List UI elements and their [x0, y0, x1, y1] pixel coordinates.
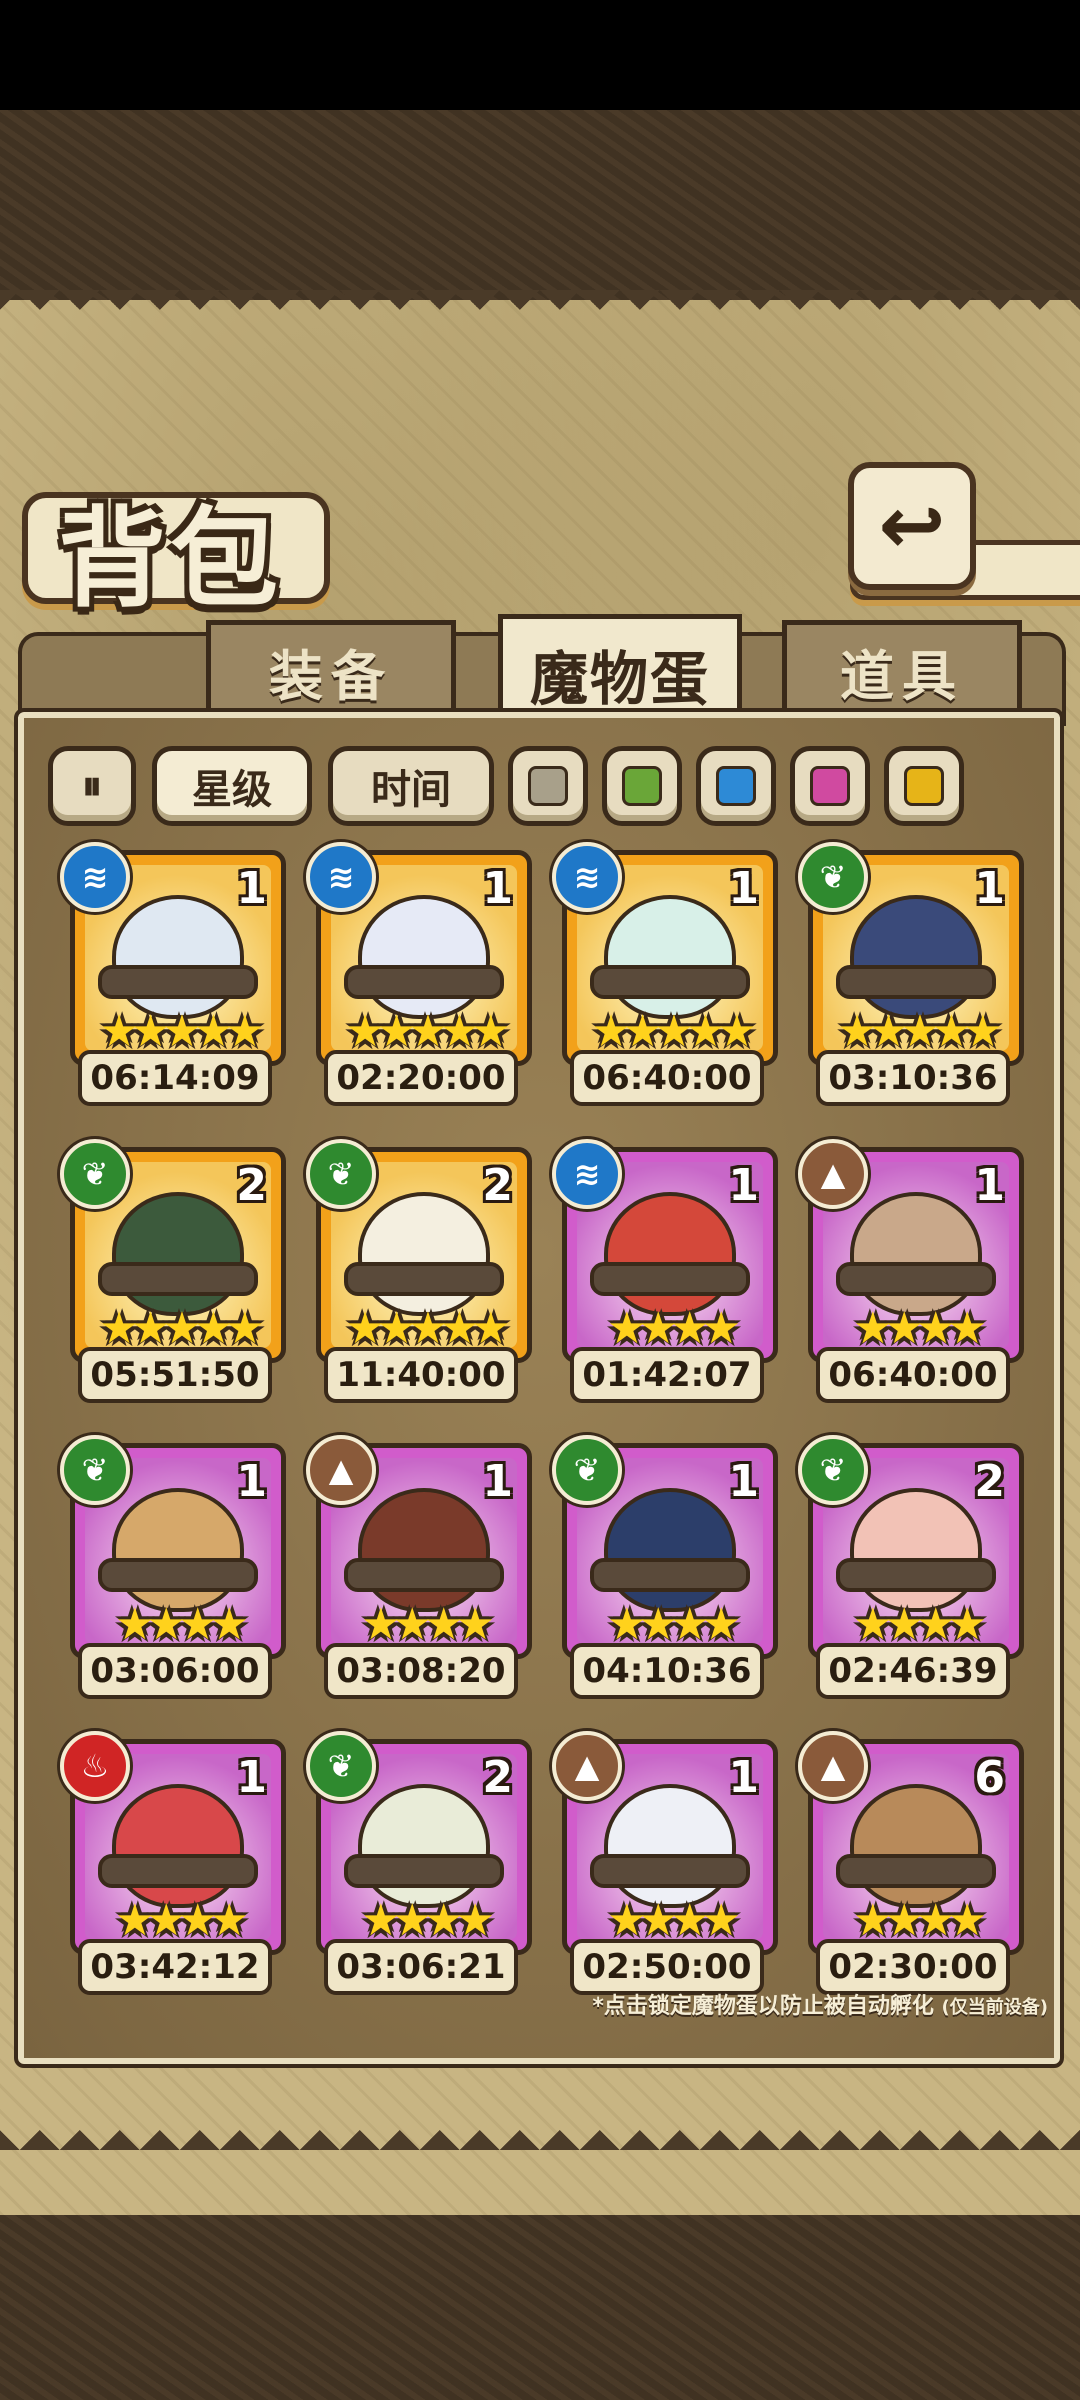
water-element-icon: ≋ [552, 1139, 622, 1209]
egg-count: 1 [974, 1160, 1005, 1211]
back-button[interactable]: ↩ [848, 462, 976, 590]
earth-element-icon: ▲ [798, 1731, 868, 1801]
lock-hint-text: *点击锁定魔物蛋以防止被自动孵化 [592, 1994, 934, 2019]
monster-egg-image [344, 1488, 504, 1612]
lock-hint: *点击锁定魔物蛋以防止被自动孵化 (仅当前设备) [592, 1988, 1048, 2020]
egg-count: 1 [728, 1160, 759, 1211]
monster-egg-image [590, 895, 750, 1019]
nature-element-icon: ❦ [306, 1731, 376, 1801]
background-bottom [0, 2215, 1080, 2400]
nature-element-icon: ❦ [798, 1435, 868, 1505]
egg-count: 2 [974, 1456, 1005, 1507]
gray-swatch [528, 766, 568, 806]
hatch-timer: 06:14:09 [78, 1050, 272, 1106]
tab-items-label: 道具 [840, 644, 964, 708]
egg-count: 1 [482, 863, 513, 914]
hatch-timer: 03:42:12 [78, 1939, 272, 1995]
monster-egg-image [344, 1192, 504, 1316]
nature-element-icon: ❦ [798, 842, 868, 912]
egg-count: 1 [482, 1456, 513, 1507]
egg-count: 1 [236, 1752, 267, 1803]
hatch-timer: 06:40:00 [816, 1347, 1010, 1403]
monster-egg-image [836, 1192, 996, 1316]
fire-element-icon: ♨ [60, 1731, 130, 1801]
monster-egg-image [836, 1784, 996, 1908]
purple-swatch [810, 766, 850, 806]
nature-element-icon: ❦ [60, 1139, 130, 1209]
sort-by-time-label: 时间 [371, 767, 451, 813]
monster-egg-image [590, 1784, 750, 1908]
torn-edge-bottom [0, 2110, 1080, 2150]
earth-element-icon: ▲ [552, 1731, 622, 1801]
egg-count: 2 [482, 1160, 513, 1211]
hatch-timer: 03:06:00 [78, 1643, 272, 1699]
hatch-timer: 03:08:20 [324, 1643, 518, 1699]
monster-egg-image [98, 895, 258, 1019]
egg-count: 1 [236, 863, 267, 914]
hatch-timer: 11:40:00 [324, 1347, 518, 1403]
egg-count: 1 [974, 863, 1005, 914]
egg-count: 1 [236, 1456, 267, 1507]
tab-items[interactable]: 道具 [782, 620, 1022, 717]
blue-swatch [716, 766, 756, 806]
earth-element-icon: ▲ [306, 1435, 376, 1505]
hatch-timer: 02:30:00 [816, 1939, 1010, 1995]
lock-hint-aside: (仅当前设备) [941, 1997, 1048, 2018]
page-title: 背包 [58, 497, 283, 622]
earth-element-icon: ▲ [798, 1139, 868, 1209]
nature-element-icon: ❦ [60, 1435, 130, 1505]
monster-egg-image [98, 1784, 258, 1908]
egg-count: 1 [728, 1752, 759, 1803]
filter-orange-button[interactable] [884, 746, 964, 826]
monster-egg-image [836, 1488, 996, 1612]
water-element-icon: ≋ [60, 842, 130, 912]
water-element-icon: ≋ [306, 842, 376, 912]
hatch-timer: 04:10:36 [570, 1643, 764, 1699]
nature-element-icon: ❦ [552, 1435, 622, 1505]
layout-toggle-button[interactable]: ⏸ [48, 746, 136, 826]
tab-monster-eggs-label: 魔物蛋 [529, 645, 710, 713]
filter-blue-button[interactable] [696, 746, 776, 826]
filter-gray-button[interactable] [508, 746, 588, 826]
hatch-timer: 02:50:00 [570, 1939, 764, 1995]
hatch-timer: 05:51:50 [78, 1347, 272, 1403]
water-element-icon: ≋ [552, 842, 622, 912]
hatch-timer: 01:42:07 [570, 1347, 764, 1403]
nature-element-icon: ❦ [306, 1139, 376, 1209]
tab-equipment[interactable]: 装备 [206, 620, 456, 717]
egg-count: 1 [728, 863, 759, 914]
sort-by-star-label: 星级 [192, 767, 272, 813]
back-arrow-icon: ↩ [878, 479, 946, 572]
torn-edge-top [0, 290, 1080, 330]
hatch-timer: 02:46:39 [816, 1643, 1010, 1699]
tab-equipment-label: 装备 [269, 644, 393, 708]
monster-egg-image [98, 1488, 258, 1612]
filter-purple-button[interactable] [790, 746, 870, 826]
filter-green-button[interactable] [602, 746, 682, 826]
status-bar [0, 0, 1080, 110]
sort-by-star-button[interactable]: 星级 [152, 746, 312, 826]
hatch-timer: 03:06:21 [324, 1939, 518, 1995]
background-top [0, 110, 1080, 300]
monster-egg-image [590, 1488, 750, 1612]
monster-egg-image [344, 895, 504, 1019]
egg-count: 6 [974, 1752, 1005, 1803]
egg-count: 2 [236, 1160, 267, 1211]
egg-count: 1 [728, 1456, 759, 1507]
egg-count: 2 [482, 1752, 513, 1803]
green-swatch [622, 766, 662, 806]
hatch-timer: 03:10:36 [816, 1050, 1010, 1106]
monster-egg-image [344, 1784, 504, 1908]
hatch-timer: 02:20:00 [324, 1050, 518, 1106]
pause-icon: ⏸ [82, 763, 102, 809]
orange-swatch [904, 766, 944, 806]
hatch-timer: 06:40:00 [570, 1050, 764, 1106]
monster-egg-image [836, 895, 996, 1019]
monster-egg-image [98, 1192, 258, 1316]
monster-egg-image [590, 1192, 750, 1316]
sort-by-time-button[interactable]: 时间 [328, 746, 494, 826]
